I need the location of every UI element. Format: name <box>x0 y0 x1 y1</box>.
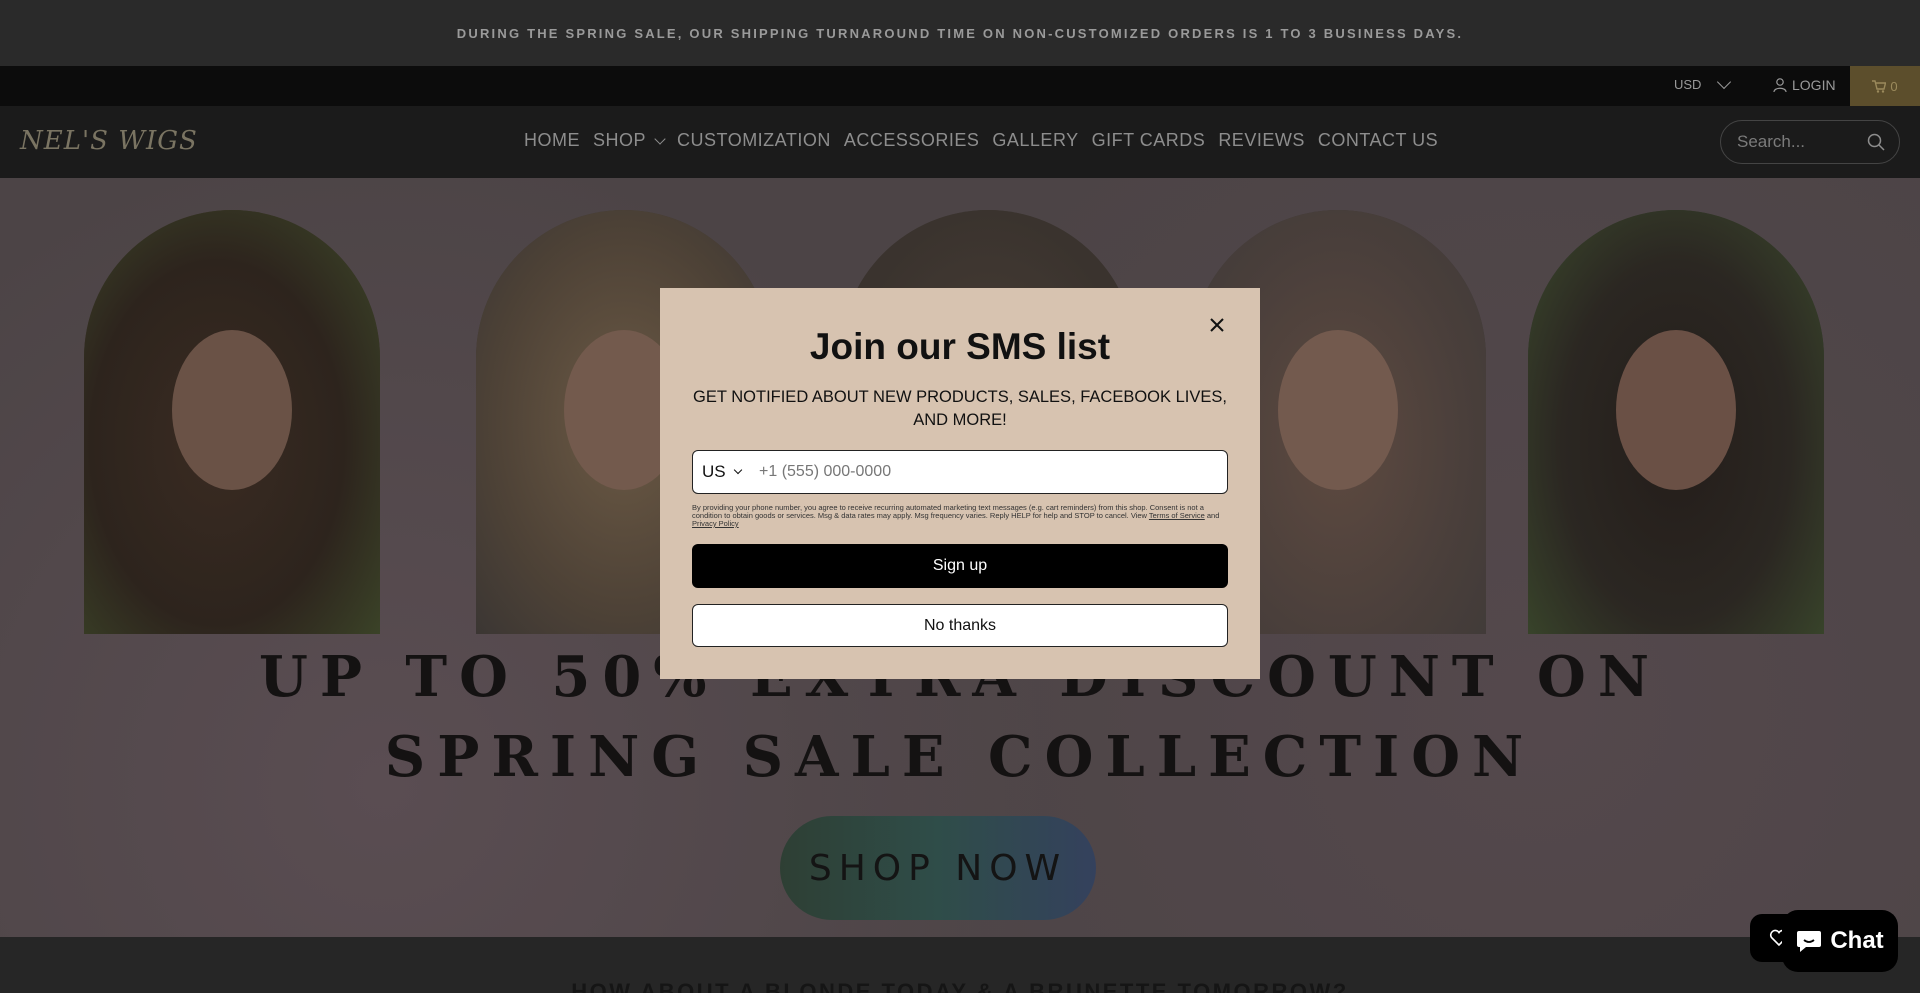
no-thanks-button[interactable]: No thanks <box>692 604 1228 647</box>
country-code: US <box>702 462 726 481</box>
terms-link[interactable]: Terms of Service <box>1149 511 1205 520</box>
chevron-down-icon <box>1717 74 1732 90</box>
nav-gift-cards[interactable]: GIFT CARDS <box>1092 130 1206 151</box>
main-nav: HOME SHOP CUSTOMIZATION ACCESSORIES GALL… <box>524 130 1438 151</box>
legal-text: By providing your phone number, you agre… <box>692 503 1204 520</box>
user-icon <box>1773 78 1787 93</box>
nav-gallery[interactable]: GALLERY <box>992 130 1078 151</box>
nav-label: REVIEWS <box>1218 130 1305 150</box>
featured-section: HOW ABOUT A BLONDE TODAY & A BRUNETTE TO… <box>0 937 1920 993</box>
login-label: LOGIN <box>1792 77 1836 93</box>
currency-selector[interactable]: USD <box>1674 74 1732 92</box>
modal-title: Join our SMS list <box>809 326 1111 367</box>
chat-label: Chat <box>1830 927 1884 954</box>
country-selector[interactable]: US <box>693 462 749 482</box>
nav-reviews[interactable]: REVIEWS <box>1218 130 1305 151</box>
nav-accessories[interactable]: ACCESSORIES <box>844 130 980 151</box>
chat-bubble-icon <box>1797 931 1822 952</box>
sign-up-button[interactable]: Sign up <box>692 544 1228 588</box>
model-photo <box>84 210 380 634</box>
nav-label: ACCESSORIES <box>843 130 980 150</box>
phone-field: US <box>692 450 1228 494</box>
sms-signup-modal: Join our SMS list GET NOTIFIED ABOUT NEW… <box>660 288 1260 679</box>
announcement-bar: DURING THE SPRING SALE, OUR SHIPPING TUR… <box>0 0 1920 66</box>
legal-and: and <box>1206 511 1220 520</box>
modal-subtitle: GET NOTIFIED ABOUT NEW PRODUCTS, SALES, … <box>693 388 1227 429</box>
no-thanks-label: No thanks <box>923 616 997 634</box>
cart-button[interactable]: 0 <box>1850 66 1920 106</box>
model-photo <box>1528 210 1824 634</box>
phone-input[interactable] <box>759 463 1219 481</box>
nav-shop[interactable]: SHOP <box>593 130 666 151</box>
search-icon[interactable] <box>1867 133 1885 151</box>
nav-label: GALLERY <box>992 130 1079 150</box>
nav-label: CONTACT US <box>1317 130 1439 150</box>
shop-now-label: SHOP NOW <box>808 847 1068 889</box>
site-logo[interactable]: NEL'S WIGS <box>20 126 198 156</box>
nav-customization[interactable]: CUSTOMIZATION <box>677 130 831 151</box>
logo-text: NEL'S WIGS <box>20 126 198 156</box>
chevron-down-icon <box>654 132 666 145</box>
shop-now-button[interactable]: SHOP NOW <box>780 816 1096 920</box>
nav-label: SHOP <box>593 130 647 150</box>
site-header: NEL'S WIGS HOME SHOP CUSTOMIZATION ACCES… <box>0 106 1920 178</box>
chat-button[interactable]: Chat <box>1782 910 1898 972</box>
nav-label: CUSTOMIZATION <box>677 130 831 150</box>
currency-label: USD <box>1674 77 1702 92</box>
privacy-link[interactable]: Privacy Policy <box>692 519 739 528</box>
search-box <box>1720 120 1900 164</box>
nav-home[interactable]: HOME <box>524 130 580 151</box>
cart-icon <box>1872 79 1887 93</box>
utility-bar: USD LOGIN 0 <box>0 66 1920 106</box>
chevron-down-icon <box>733 465 742 475</box>
legal-disclaimer: By providing your phone number, you agre… <box>692 504 1232 528</box>
section-tagline: HOW ABOUT A BLONDE TODAY & A BRUNETTE TO… <box>571 979 1349 993</box>
search-input[interactable] <box>1737 132 1857 152</box>
announcement-text: DURING THE SPRING SALE, OUR SHIPPING TUR… <box>456 25 1464 41</box>
hero-headline-line2: SPRING SALE COLLECTION <box>384 724 1536 790</box>
sign-up-label: Sign up <box>932 557 988 574</box>
nav-contact-us[interactable]: CONTACT US <box>1318 130 1438 151</box>
nav-label: GIFT CARDS <box>1091 130 1206 150</box>
cart-count: 0 <box>1890 78 1898 94</box>
login-link[interactable]: LOGIN <box>1772 77 1836 93</box>
nav-label: HOME <box>524 130 580 150</box>
